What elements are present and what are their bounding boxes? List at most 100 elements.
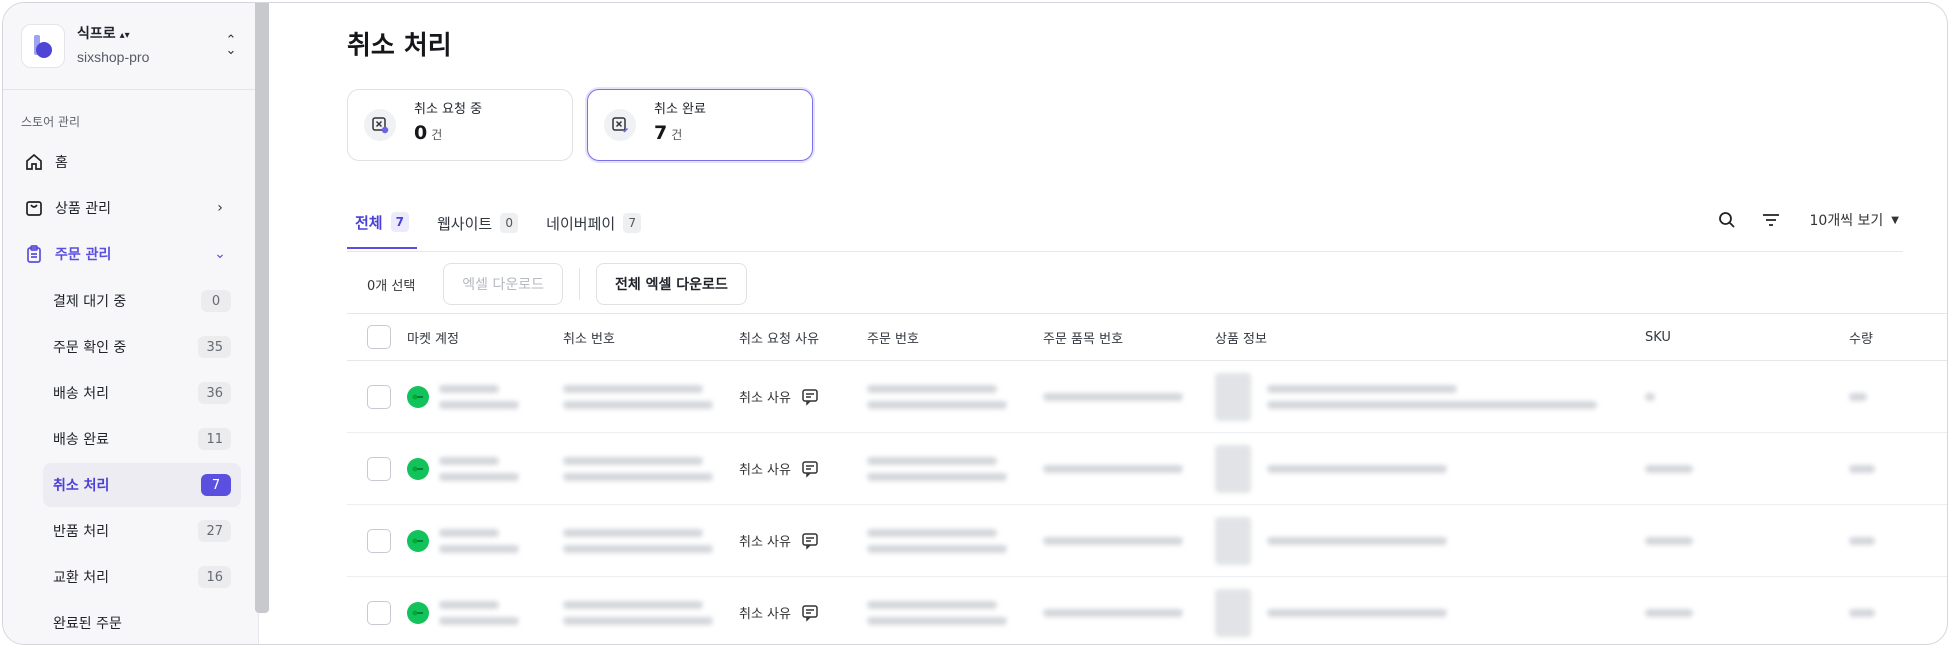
- sidebar-item-cancellations[interactable]: 취소 처리 7: [43, 463, 241, 507]
- count-badge: 27: [198, 520, 231, 542]
- redacted-text: [867, 381, 1007, 413]
- sidebar-item-exchanges[interactable]: 교환 처리 16: [43, 555, 241, 599]
- tab-all[interactable]: 전체 7: [347, 197, 417, 249]
- filter-icon[interactable]: [1758, 207, 1784, 233]
- store-name: 식프로: [77, 26, 116, 42]
- naver-market-icon: [407, 385, 429, 408]
- chevron-up-down-icon[interactable]: ⌃ ⌄: [221, 34, 241, 57]
- column-header[interactable]: SKU: [1645, 314, 1849, 360]
- column-header[interactable]: 주문 품목 번호: [1043, 314, 1215, 360]
- count-badge: 36: [198, 382, 231, 404]
- column-header[interactable]: 취소 번호: [563, 314, 739, 360]
- redacted-text: [1043, 389, 1183, 405]
- stat-card-cancel-requested[interactable]: 취소 요청 중 0건: [347, 89, 573, 161]
- row-checkbox[interactable]: [367, 600, 391, 625]
- redacted-text: [439, 381, 519, 413]
- product-thumbnail: [1215, 444, 1251, 493]
- count-badge: 0: [201, 290, 231, 312]
- sidebar-scrollbar[interactable]: [255, 3, 269, 613]
- naver-market-icon: [407, 457, 429, 480]
- redacted-text: [439, 597, 519, 629]
- sidebar-item-payment-pending[interactable]: 결제 대기 중 0: [43, 279, 241, 323]
- page-size-select[interactable]: 10개씩 보기 ▼: [1810, 210, 1900, 230]
- sidebar: 식프로▴▾ sixshop-pro ⌃⌄ 스토어 관리 홈 상품 관리 ›: [3, 3, 259, 644]
- cancel-reason-link[interactable]: 취소 사유: [739, 459, 819, 478]
- excel-download-button[interactable]: 엑셀 다운로드: [443, 263, 564, 305]
- sidebar-item-label: 주문 관리: [55, 247, 112, 263]
- count-badge: 7: [201, 474, 231, 496]
- redacted-text: [439, 525, 519, 557]
- redacted-text: [1645, 533, 1693, 549]
- tab-naverpay[interactable]: 네이버페이 7: [538, 197, 649, 249]
- store-switcher[interactable]: 식프로 ▴▾ sixshop-pro ⌃ ⌄: [21, 21, 241, 71]
- sidebar-item-order-confirm[interactable]: 주문 확인 중 35: [43, 325, 241, 369]
- divider: [579, 268, 581, 300]
- message-icon: [801, 532, 819, 550]
- table-header: 마켓 계정 취소 번호 취소 요청 사유 주문 번호 주문 품목 번호 상품 정…: [347, 313, 1947, 361]
- table-row[interactable]: 취소 사유: [347, 577, 1947, 644]
- selected-count: 0개 선택: [367, 278, 416, 294]
- redacted-text: [1267, 605, 1447, 621]
- row-checkbox[interactable]: [367, 528, 391, 553]
- stat-label: 취소 완료: [654, 102, 706, 117]
- excel-download-all-button[interactable]: 전체 엑셀 다운로드: [596, 263, 747, 305]
- row-checkbox[interactable]: [367, 384, 391, 409]
- sidebar-item-orders[interactable]: 주문 관리 ⌄: [3, 231, 255, 277]
- stat-card-cancel-completed[interactable]: 취소 완료 7건: [587, 89, 813, 161]
- row-checkbox[interactable]: [367, 456, 391, 481]
- sidebar-item-products[interactable]: 상품 관리 ›: [3, 185, 255, 231]
- tab-count: 7: [623, 213, 642, 233]
- redacted-text: [1645, 605, 1693, 621]
- redacted-text: [867, 453, 1007, 485]
- table-row[interactable]: 취소 사유: [347, 433, 1947, 505]
- naver-market-icon: [407, 601, 429, 624]
- column-header[interactable]: 취소 요청 사유: [739, 314, 867, 360]
- stat-value: 7: [654, 122, 668, 144]
- product-thumbnail: [1215, 588, 1251, 637]
- action-bar: 0개 선택 엑셀 다운로드 전체 엑셀 다운로드: [347, 261, 747, 307]
- sort-icon: ▴▾: [119, 30, 130, 41]
- redacted-text: [1849, 605, 1875, 621]
- chevron-right-icon: ›: [217, 200, 223, 216]
- column-header[interactable]: 수량: [1849, 314, 1929, 360]
- search-icon[interactable]: [1714, 207, 1740, 233]
- select-all-checkbox[interactable]: [367, 325, 391, 349]
- redacted-text: [563, 381, 713, 413]
- table-row[interactable]: 취소 사유: [347, 505, 1947, 577]
- sidebar-item-completed[interactable]: 완료된 주문: [43, 601, 241, 644]
- redacted-text: [1043, 533, 1183, 549]
- redacted-text: [867, 525, 1007, 557]
- caret-down-icon: ▼: [1891, 214, 1899, 226]
- redacted-text: [1849, 533, 1875, 549]
- redacted-text: [867, 597, 1007, 629]
- sidebar-item-label: 홈: [55, 155, 68, 171]
- table-row[interactable]: 취소 사유: [347, 361, 1947, 433]
- sidebar-item-delivered[interactable]: 배송 완료 11: [43, 417, 241, 461]
- sidebar-item-returns[interactable]: 반품 처리 27: [43, 509, 241, 553]
- cancel-reason-link[interactable]: 취소 사유: [739, 603, 819, 622]
- column-header[interactable]: 상품 정보: [1215, 314, 1645, 360]
- stat-unit: 건: [671, 128, 683, 142]
- stat-unit: 건: [431, 128, 443, 142]
- redacted-text: [439, 453, 519, 485]
- naver-market-icon: [407, 529, 429, 552]
- stat-label: 취소 요청 중: [414, 102, 483, 117]
- chevron-down-icon: ⌄: [214, 246, 226, 262]
- home-icon: [23, 151, 45, 173]
- sidebar-section-title: 스토어 관리: [21, 115, 81, 129]
- redacted-text: [1645, 461, 1693, 477]
- sidebar-item-home[interactable]: 홈: [3, 139, 255, 185]
- column-header[interactable]: 마켓 계정: [407, 314, 563, 360]
- product-thumbnail: [1215, 516, 1251, 565]
- column-header[interactable]: 주문 번호: [867, 314, 1043, 360]
- redacted-text: [1849, 389, 1867, 405]
- main-content: 취소 처리 취소 요청 중 0건 취소 완료 7건 전체 7 웹사이트 0 네이…: [269, 3, 1947, 644]
- product-thumbnail: [1215, 372, 1251, 421]
- sidebar-divider: [3, 89, 255, 90]
- redacted-text: [1849, 461, 1875, 477]
- cancel-reason-link[interactable]: 취소 사유: [739, 387, 819, 406]
- sidebar-item-shipping[interactable]: 배송 처리 36: [43, 371, 241, 415]
- count-badge: 11: [198, 428, 231, 450]
- tab-website[interactable]: 웹사이트 0: [429, 197, 526, 249]
- cancel-reason-link[interactable]: 취소 사유: [739, 531, 819, 550]
